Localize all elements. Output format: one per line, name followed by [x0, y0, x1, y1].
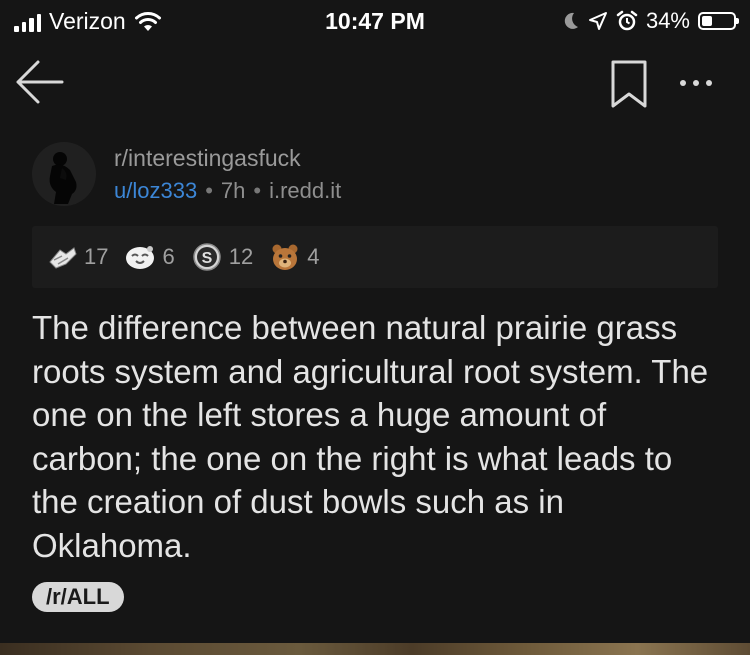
helpful-hands-award-icon — [49, 247, 77, 269]
battery-icon — [698, 12, 739, 30]
more-icon-dot — [693, 80, 699, 86]
battery-fill — [702, 16, 712, 26]
meta-separator: • — [253, 178, 262, 203]
svg-text:S: S — [201, 250, 212, 267]
silver-award-icon: S — [192, 243, 221, 271]
award-helpful[interactable]: 17 — [46, 242, 108, 272]
award-count: 4 — [307, 244, 320, 269]
post-image-preview[interactable] — [0, 643, 750, 655]
meta-separator: • — [205, 178, 213, 203]
location-icon — [588, 12, 607, 30]
award-wholesome[interactable]: 6 — [124, 242, 175, 272]
moon-icon — [564, 12, 578, 29]
award-count: 6 — [162, 244, 175, 269]
back-arrow-icon — [16, 60, 64, 104]
back-button[interactable] — [12, 54, 68, 110]
awards-bar[interactable]: 17 6 S 12 4 — [32, 226, 718, 288]
thinker-avatar-icon — [32, 142, 96, 206]
subreddit-link[interactable]: r/interestingasfuck — [114, 145, 301, 172]
author-link[interactable]: u/loz333 — [114, 178, 197, 204]
award-silver[interactable]: S 12 — [191, 242, 253, 272]
battery-percent: 34% — [645, 8, 690, 33]
post-flair[interactable]: /r/ALL — [32, 582, 124, 612]
post-header: r/interestingasfuck u/loz333 • 7h • i.re… — [32, 142, 722, 212]
post-age: 7h — [220, 178, 246, 203]
post-screen: Verizon 10:47 PM 34% r/interestingasfuck… — [0, 0, 750, 655]
post-title[interactable]: The difference between natural prairie g… — [32, 306, 722, 567]
post-meta: u/loz333 • 7h • i.redd.it — [114, 178, 341, 204]
subreddit-avatar[interactable] — [32, 142, 96, 206]
bookmark-icon — [611, 60, 647, 108]
nav-bar — [0, 44, 750, 124]
more-icon-dot — [706, 80, 712, 86]
more-button[interactable] — [668, 68, 724, 98]
award-bear[interactable]: 4 — [269, 242, 319, 272]
more-icon — [680, 80, 686, 86]
wholesome-award-icon — [126, 246, 155, 269]
bookmark-button[interactable] — [604, 54, 654, 114]
award-count: 12 — [228, 244, 254, 269]
alarm-icon — [616, 10, 638, 31]
status-right: 34% — [562, 8, 739, 34]
post-domain[interactable]: i.redd.it — [269, 178, 341, 204]
award-count: 17 — [84, 244, 109, 269]
status-bar: Verizon 10:47 PM 34% — [0, 0, 750, 44]
bear-award-icon — [272, 244, 298, 270]
